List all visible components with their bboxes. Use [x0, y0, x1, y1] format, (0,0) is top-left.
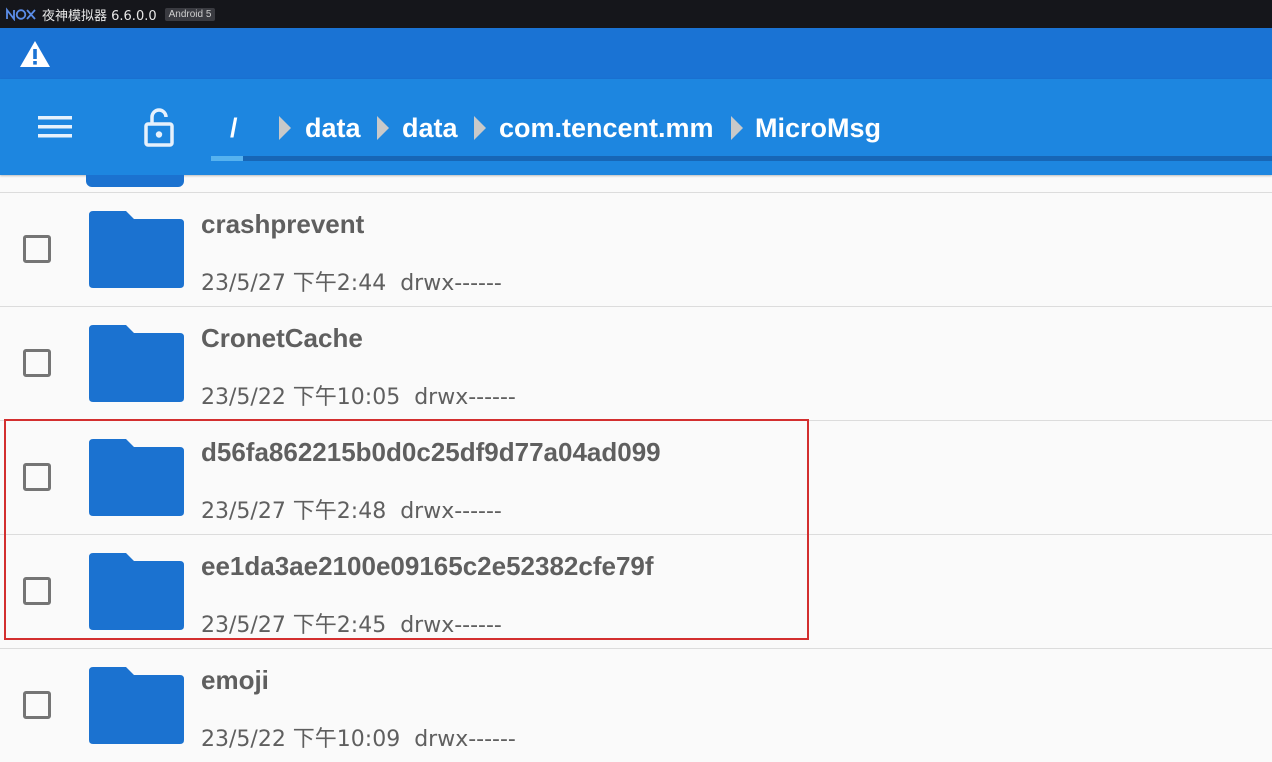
app-toolbar: / data data com.tencent.mm MicroMsg: [0, 79, 1272, 175]
nox-logo-icon: [6, 7, 36, 21]
permissions: drwx------: [414, 727, 516, 752]
modified-date: 23/5/22 下午10:05: [201, 385, 401, 410]
modified-date: 23/5/22 下午10:09: [201, 727, 401, 752]
breadcrumb-micromsg[interactable]: MicroMsg: [755, 112, 881, 144]
folder-name: ee1da3ae2100e09165c2e52382cfe79f: [201, 551, 654, 581]
folder-icon: [89, 439, 184, 516]
android-status-bar: [0, 28, 1272, 79]
menu-icon[interactable]: [36, 113, 74, 141]
loading-progress-fill: [211, 156, 243, 161]
folder-icon: [89, 667, 184, 744]
chevron-right-icon: [731, 116, 743, 140]
list-item[interactable]: crashprevent 23/5/27 下午2:44 drwx------: [0, 193, 1272, 307]
breadcrumb-data-2[interactable]: data: [402, 112, 458, 144]
warning-icon[interactable]: [19, 40, 51, 68]
list-item[interactable]: ee1da3ae2100e09165c2e52382cfe79f 23/5/27…: [0, 535, 1272, 649]
permissions: drwx------: [400, 271, 502, 296]
item-checkbox[interactable]: [23, 349, 51, 377]
emulator-title-bar: 夜神模拟器 6.6.0.0 Android 5: [0, 0, 1272, 28]
chevron-right-icon: [474, 116, 486, 140]
folder-meta: 23/5/22 下午10:09 drwx------: [201, 721, 516, 753]
loading-progress-track: [211, 156, 1272, 161]
folder-meta: 23/5/27 下午2:45 drwx------: [201, 607, 502, 639]
modified-date: 23/5/27 下午2:45: [201, 613, 387, 638]
folder-meta: 23/5/27 下午2:48 drwx------: [201, 493, 502, 525]
modified-date: 23/5/27 下午2:48: [201, 499, 387, 524]
folder-name: d56fa862215b0d0c25df9d77a04ad099: [201, 437, 661, 467]
list-item[interactable]: emoji 23/5/22 下午10:09 drwx------: [0, 649, 1272, 762]
permissions: drwx------: [400, 613, 502, 638]
folder-name: crashprevent: [201, 209, 365, 239]
breadcrumb-root[interactable]: /: [230, 112, 238, 144]
folder-name: CronetCache: [201, 323, 363, 353]
permissions: drwx------: [414, 385, 516, 410]
list-item-partial[interactable]: [0, 175, 1272, 193]
list-item[interactable]: d56fa862215b0d0c25df9d77a04ad099 23/5/27…: [0, 421, 1272, 535]
chevron-right-icon: [279, 116, 291, 140]
list-item[interactable]: CronetCache 23/5/22 下午10:05 drwx------: [0, 307, 1272, 421]
android-version-badge: Android 5: [164, 7, 216, 21]
breadcrumb-com-tencent-mm[interactable]: com.tencent.mm: [499, 112, 714, 144]
item-checkbox[interactable]: [23, 577, 51, 605]
item-checkbox[interactable]: [23, 691, 51, 719]
item-checkbox[interactable]: [23, 235, 51, 263]
folder-icon: [86, 175, 184, 187]
folder-meta: 23/5/22 下午10:05 drwx------: [201, 379, 516, 411]
modified-date: 23/5/27 下午2:44: [201, 271, 387, 296]
breadcrumb-data-1[interactable]: data: [305, 112, 361, 144]
file-list: crashprevent 23/5/27 下午2:44 drwx------ Cr…: [0, 175, 1272, 762]
item-checkbox[interactable]: [23, 463, 51, 491]
folder-name: emoji: [201, 665, 269, 695]
folder-icon: [89, 553, 184, 630]
permissions: drwx------: [400, 499, 502, 524]
chevron-right-icon: [377, 116, 389, 140]
unlock-icon[interactable]: [140, 107, 178, 147]
folder-icon: [89, 325, 184, 402]
folder-icon: [89, 211, 184, 288]
folder-meta: 23/5/27 下午2:44 drwx------: [201, 265, 502, 297]
app-title: 夜神模拟器 6.6.0.0: [42, 8, 157, 24]
